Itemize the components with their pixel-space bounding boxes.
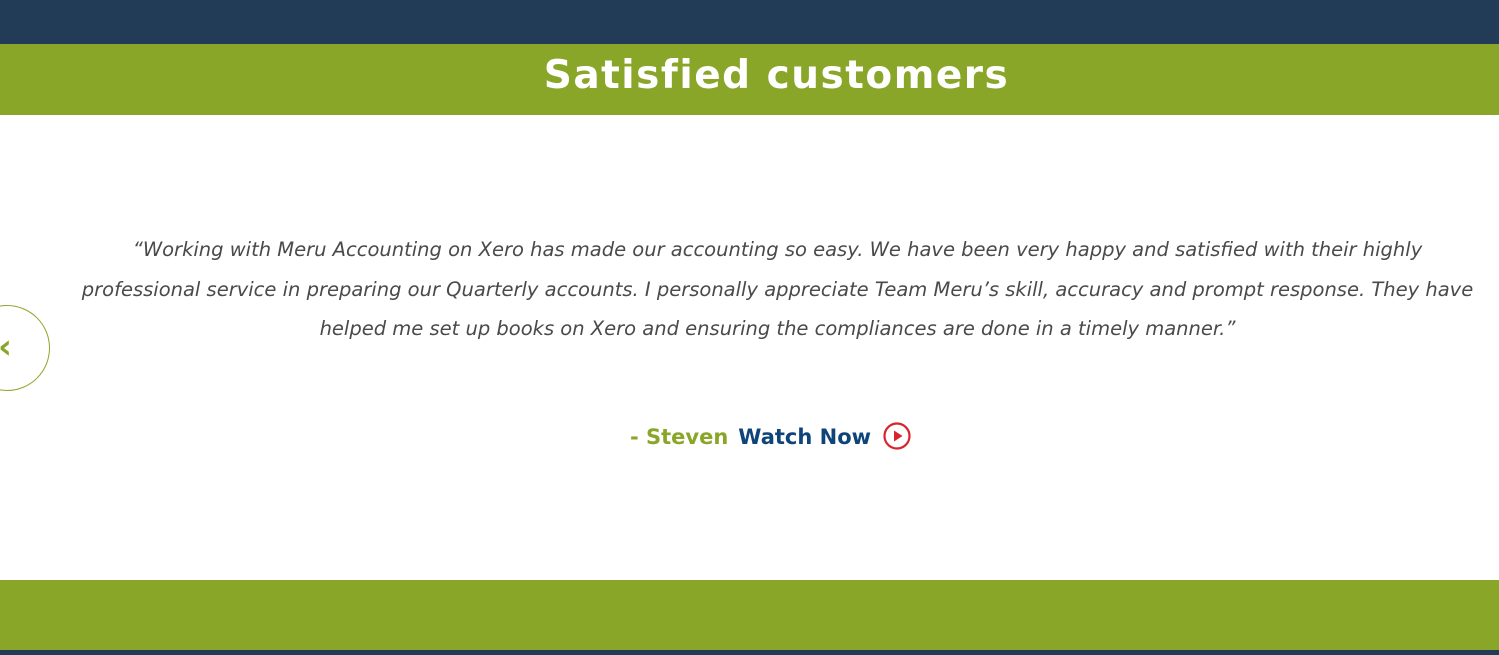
footer-green-band bbox=[0, 580, 1499, 650]
top-navy-bar bbox=[0, 0, 1499, 44]
testimonial-author: - Steven bbox=[629, 425, 729, 449]
bottom-navy-bar bbox=[0, 650, 1499, 655]
section-heading-band: Satisfied customers bbox=[0, 44, 1499, 115]
watch-now-link[interactable]: Watch Now bbox=[738, 425, 871, 449]
chevron-left-icon: ‹ bbox=[0, 327, 12, 367]
carousel-prev-button[interactable]: ‹ bbox=[0, 305, 50, 391]
play-circle-icon[interactable] bbox=[883, 422, 911, 450]
testimonial-author-line: - Steven Watch Now bbox=[0, 422, 1499, 452]
testimonial-quote: “Working with Meru Accounting on Xero ha… bbox=[81, 238, 1474, 340]
testimonial-section: ‹ “Working with Meru Accounting on Xero … bbox=[0, 115, 1499, 580]
section-title: Satisfied customers bbox=[543, 53, 1010, 98]
